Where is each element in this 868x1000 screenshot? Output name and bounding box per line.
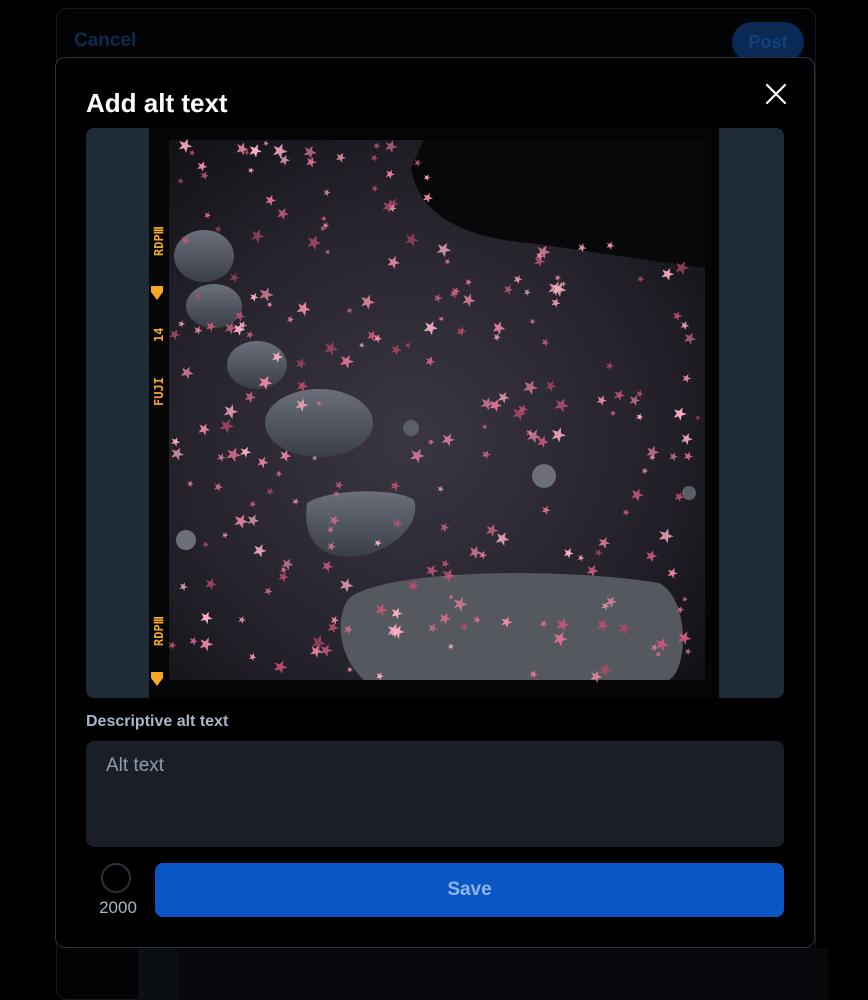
film-edge-number: 14 bbox=[152, 328, 166, 342]
save-button[interactable]: Save bbox=[155, 863, 784, 917]
background-code-block bbox=[138, 948, 828, 1000]
background-post-button: Post bbox=[732, 22, 804, 62]
close-icon bbox=[765, 83, 787, 105]
film-edge-code-top: RDPⅢ bbox=[152, 226, 166, 256]
dialog-title: Add alt text bbox=[86, 88, 228, 118]
alt-text-dialog: Add alt text RDPⅢ 14 FUJI RDPⅢ Descripti… bbox=[55, 57, 815, 948]
char-counter-ring bbox=[101, 863, 131, 893]
image-preview: RDPⅢ 14 FUJI RDPⅢ bbox=[86, 128, 784, 698]
alt-text-label: Descriptive alt text bbox=[86, 713, 229, 730]
photo-art: RDPⅢ 14 FUJI RDPⅢ bbox=[149, 128, 705, 698]
photo: RDPⅢ 14 FUJI RDPⅢ bbox=[149, 128, 719, 698]
char-counter: 2000 bbox=[99, 898, 137, 917]
alt-text-input[interactable] bbox=[86, 741, 784, 847]
background-cancel-button: Cancel bbox=[74, 30, 137, 51]
film-edge-brand: FUJI bbox=[152, 377, 166, 406]
film-edge-code-bottom: RDPⅢ bbox=[152, 616, 166, 646]
close-button[interactable] bbox=[762, 80, 790, 108]
